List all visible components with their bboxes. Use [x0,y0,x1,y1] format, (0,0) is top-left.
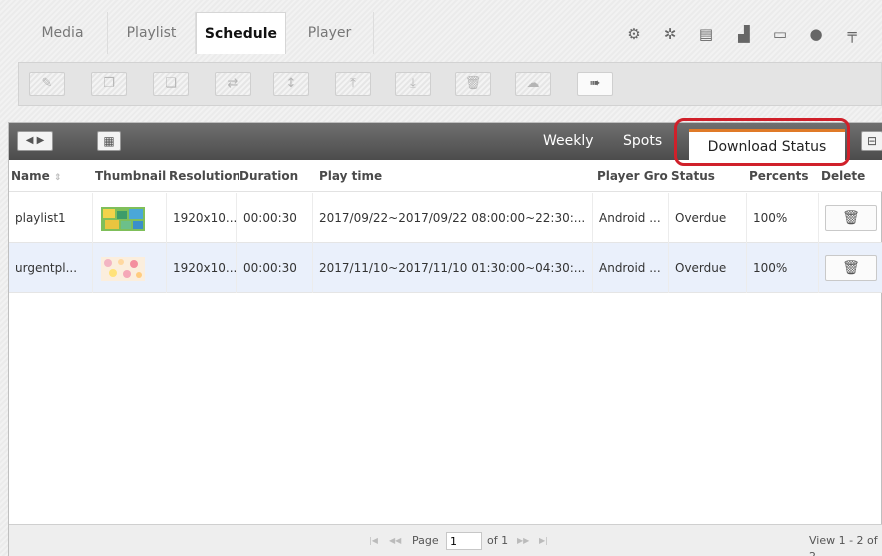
column-header-play-time[interactable]: Play time [319,160,589,192]
delete-icon[interactable]: 🗑 [455,72,491,96]
prev-next-buttons[interactable]: ◀ ▶ [17,131,53,151]
row-play-time: 2017/09/22~2017/09/22 08:00:00~22:30:... [313,193,593,243]
edit-icon[interactable]: ✎ [29,72,65,96]
first-page-icon[interactable]: |◀ [369,533,378,549]
thumbnail-image [101,257,145,281]
thumbnail-image [101,207,145,231]
app-window: Media Playlist Schedule Player ⚙ ✲ ▤ ▟ ▭… [0,0,882,556]
trash-icon: 🗑 [842,260,860,276]
tab-weekly[interactable]: Weekly [543,123,594,160]
column-header-name[interactable]: Name ⇕ [11,160,91,192]
prev-page-icon[interactable]: ◀◀ [389,533,401,549]
row-name: urgentpl... [9,243,93,293]
row-thumbnail [93,243,167,293]
sort-icon[interactable]: ⇕ [54,173,62,183]
tab-spots[interactable]: Spots [623,123,662,160]
row-status: Overdue [669,243,747,293]
row-thumbnail [93,193,167,243]
clipboard-icon[interactable]: ▤ [696,24,716,44]
column-header-thumbnail[interactable]: Thumbnail [95,160,169,192]
tab-media[interactable]: Media [18,12,108,54]
action-toolbar: ✎ ❐ ❏ ⇄ ↕ ⤒ ⤓ 🗑 ☁ ➠ [18,62,882,106]
user-icon[interactable]: ● [806,24,826,44]
settings-gear-icon[interactable]: ⚙ [624,24,644,44]
schedule-grid-panel: ◀ ▶ ▦ Weekly Spots Download Status ⊟ Nam… [8,122,882,556]
tab-player[interactable]: Player [286,12,374,54]
next-page-icon[interactable]: ▶▶ [517,533,529,549]
column-header-status[interactable]: Status [671,160,741,192]
row-resolution: 1920x10... [167,193,237,243]
delete-button[interactable]: 🗑 [825,255,877,281]
page-number-input[interactable] [446,532,482,550]
display-icon[interactable]: ▭ [770,24,790,44]
move-bottom-icon[interactable]: ⤓ [395,72,431,96]
row-resolution: 1920x10... [167,243,237,293]
top-navigation: Media Playlist Schedule Player ⚙ ✲ ▤ ▟ ▭… [18,12,882,54]
system-settings-icon[interactable]: ✲ [660,24,680,44]
row-duration: 00:00:30 [237,193,313,243]
column-header-percents[interactable]: Percents [749,160,819,192]
row-delete: 🗑 [819,193,882,243]
page-label: Page [412,534,439,547]
trash-icon: 🗑 [842,210,860,226]
row-name: playlist1 [9,193,93,243]
copy-icon[interactable]: ❐ [91,72,127,96]
row-percents: 100% [747,193,819,243]
row-status: Overdue [669,193,747,243]
tab-playlist[interactable]: Playlist [108,12,196,54]
cloud-icon[interactable]: ☁ [515,72,551,96]
tab-schedule[interactable]: Schedule [196,12,286,54]
column-header-delete: Delete [821,169,866,183]
pagination-bar: |◀ ◀◀ Page of 1 ▶▶ ▶| View 1 - 2 of 2 [9,524,882,556]
network-icon[interactable]: ╤ [842,24,862,44]
duplicate-icon[interactable]: ❏ [153,72,189,96]
move-top-icon[interactable]: ⤒ [335,72,371,96]
swap-icon[interactable]: ⇄ [215,72,251,96]
column-header-duration[interactable]: Duration [239,160,309,192]
move-to-icon[interactable]: ↕ [273,72,309,96]
table-row[interactable]: urgentpl... 1920x10... 00:00:30 2017/11/… [9,243,882,293]
grid-header: Name ⇕ Thumbnail Resolution Duration Pla… [9,160,882,192]
column-header-resolution[interactable]: Resolution [169,160,239,192]
panel-toolbar: ◀ ▶ ▦ Weekly Spots Download Status ⊟ [9,123,882,160]
row-delete: 🗑 [819,243,882,293]
column-name-label: Name [11,169,50,183]
row-play-time: 2017/11/10~2017/11/10 01:30:00~04:30:... [313,243,593,293]
last-page-icon[interactable]: ▶| [539,533,548,549]
export-icon[interactable]: ⊟ [861,131,882,151]
row-percents: 100% [747,243,819,293]
column-header-player-group[interactable]: Player Gro [597,160,671,192]
page-of-label: of 1 [487,534,509,547]
row-duration: 00:00:30 [237,243,313,293]
statistics-icon[interactable]: ▟ [734,24,754,44]
tab-download-status[interactable]: Download Status [689,129,845,160]
calendar-icon[interactable]: ▦ [97,131,121,151]
delete-button[interactable]: 🗑 [825,205,877,231]
row-player-group: Android ... [593,243,669,293]
view-count-text: View 1 - 2 of 2 [809,534,878,556]
row-player-group: Android ... [593,193,669,243]
publish-icon[interactable]: ➠ [577,72,613,96]
table-row[interactable]: playlist1 1920x10... 00:00:30 2017/09/22… [9,193,882,243]
